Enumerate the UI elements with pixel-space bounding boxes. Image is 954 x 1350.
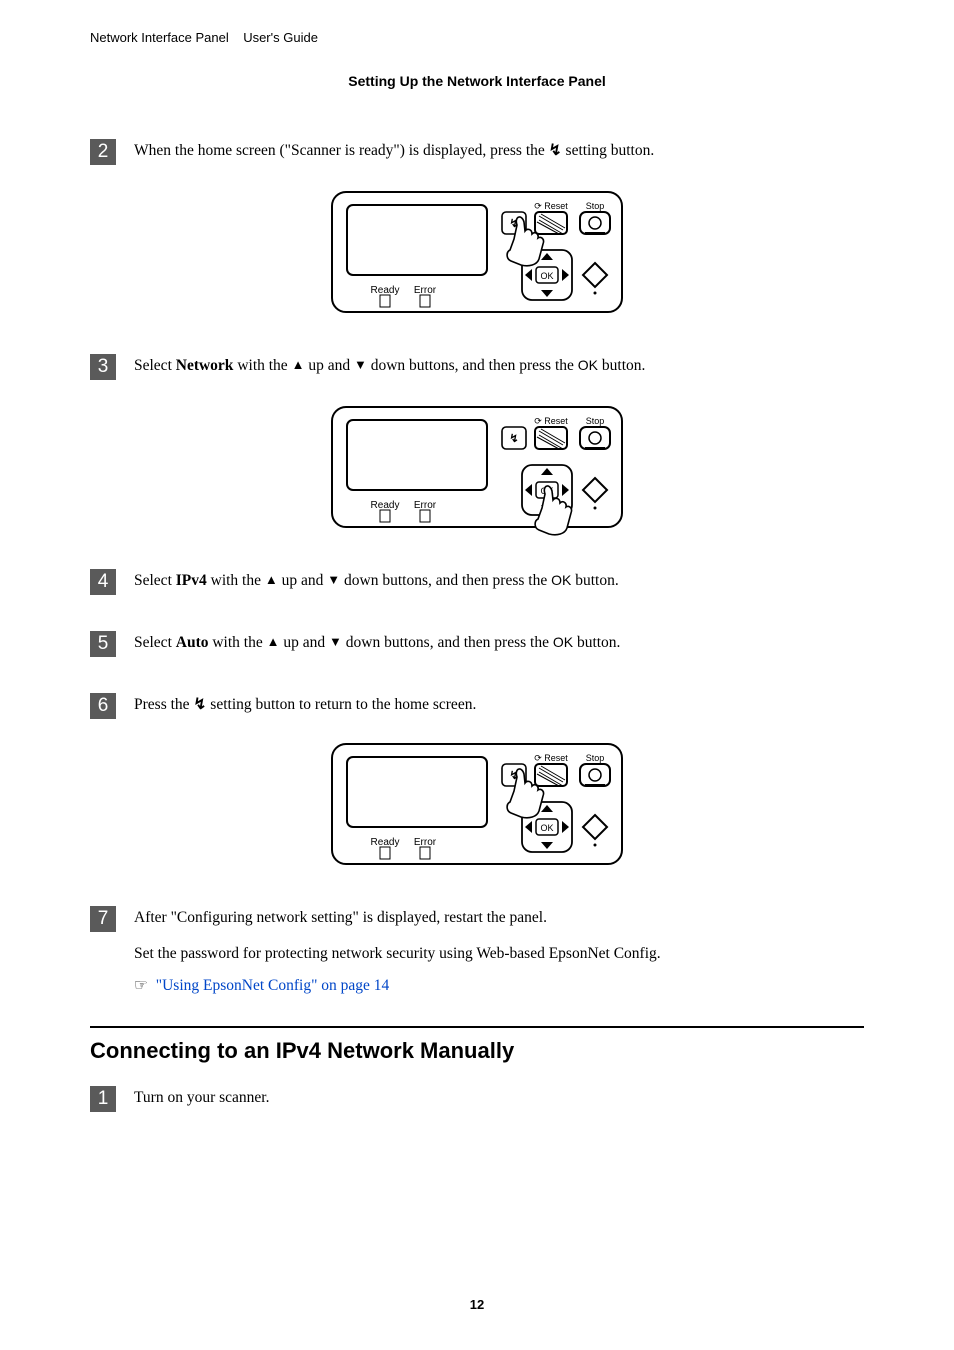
svg-text:OK: OK bbox=[540, 271, 553, 281]
step-body: Select Network with the ▲ up and ▼ down … bbox=[134, 354, 864, 386]
step-number: 5 bbox=[90, 631, 116, 657]
svg-text:Error: Error bbox=[414, 837, 437, 848]
svg-text:OK: OK bbox=[540, 823, 553, 833]
section-heading: Setting Up the Network Interface Panel bbox=[90, 73, 864, 89]
cross-ref-link[interactable]: "Using EpsonNet Config" on page 14 bbox=[156, 977, 390, 994]
step: 1 Turn on your scanner. bbox=[90, 1086, 864, 1118]
section-title: Connecting to an IPv4 Network Manually bbox=[90, 1026, 864, 1064]
step: 2 When the home screen ("Scanner is read… bbox=[90, 139, 864, 171]
step-body: Turn on your scanner. bbox=[134, 1086, 864, 1118]
step-figure: Ready Error ↯ ⟳ Reset Stop OK bbox=[90, 739, 864, 884]
step-number: 3 bbox=[90, 354, 116, 380]
svg-text:Stop: Stop bbox=[586, 201, 605, 211]
step: 4 Select IPv4 with the ▲ up and ▼ down b… bbox=[90, 569, 864, 601]
step-text: Select IPv4 with the ▲ up and ▼ down but… bbox=[134, 569, 864, 593]
step-body: Select Auto with the ▲ up and ▼ down but… bbox=[134, 631, 864, 663]
step-text: Press the ↯ setting button to return to … bbox=[134, 693, 864, 717]
step: 3 Select Network with the ▲ up and ▼ dow… bbox=[90, 354, 864, 386]
step-text: Turn on your scanner. bbox=[134, 1086, 864, 1110]
step-text: After "Configuring network setting" is d… bbox=[134, 906, 864, 930]
step-text: When the home screen ("Scanner is ready"… bbox=[134, 139, 864, 163]
svg-text:⟳ Reset: ⟳ Reset bbox=[534, 416, 568, 426]
svg-text:Error: Error bbox=[414, 285, 437, 296]
reference-icon: ☞ bbox=[134, 974, 148, 998]
svg-text:Ready: Ready bbox=[371, 500, 400, 511]
svg-text:⟳ Reset: ⟳ Reset bbox=[534, 201, 568, 211]
panel-illustration: Ready Error ↯ ⟳ Reset Stop OK bbox=[327, 187, 627, 327]
svg-text:↯: ↯ bbox=[509, 433, 518, 445]
page-number: 12 bbox=[0, 1297, 954, 1312]
step-text: Select Network with the ▲ up and ▼ down … bbox=[134, 354, 864, 378]
doc-type: User's Guide bbox=[243, 30, 318, 45]
step-body: When the home screen ("Scanner is ready"… bbox=[134, 139, 864, 171]
cross-ref: ☞ "Using EpsonNet Config" on page 14 bbox=[134, 974, 864, 998]
step-number: 4 bbox=[90, 569, 116, 595]
step-number: 6 bbox=[90, 693, 116, 719]
step-number: 1 bbox=[90, 1086, 116, 1112]
step: 5 Select Auto with the ▲ up and ▼ down b… bbox=[90, 631, 864, 663]
step: 6 Press the ↯ setting button to return t… bbox=[90, 693, 864, 725]
svg-text:⟳ Reset: ⟳ Reset bbox=[534, 753, 568, 763]
svg-text:Ready: Ready bbox=[371, 837, 400, 848]
running-head: Network Interface Panel User's Guide bbox=[90, 30, 864, 45]
step-body: Select IPv4 with the ▲ up and ▼ down but… bbox=[134, 569, 864, 601]
svg-text:Stop: Stop bbox=[586, 416, 605, 426]
svg-text:Error: Error bbox=[414, 500, 437, 511]
step: 7 After "Configuring network setting" is… bbox=[90, 906, 864, 1006]
step-number: 2 bbox=[90, 139, 116, 165]
step-figure: Ready Error ↯ ⟳ Reset Stop OK bbox=[90, 187, 864, 332]
step-body: After "Configuring network setting" is d… bbox=[134, 906, 864, 1006]
svg-text:Stop: Stop bbox=[586, 753, 605, 763]
step-text-extra: Set the password for protecting network … bbox=[134, 942, 864, 966]
step-body: Press the ↯ setting button to return to … bbox=[134, 693, 864, 725]
step-figure: Ready Error ↯ ⟳ Reset Stop OK bbox=[90, 402, 864, 547]
panel-illustration: Ready Error ↯ ⟳ Reset Stop OK bbox=[327, 402, 627, 542]
product-name: Network Interface Panel bbox=[90, 30, 229, 45]
step-number: 7 bbox=[90, 906, 116, 932]
svg-text:Ready: Ready bbox=[371, 285, 400, 296]
step-text: Select Auto with the ▲ up and ▼ down but… bbox=[134, 631, 864, 655]
panel-illustration: Ready Error ↯ ⟳ Reset Stop OK bbox=[327, 739, 627, 879]
